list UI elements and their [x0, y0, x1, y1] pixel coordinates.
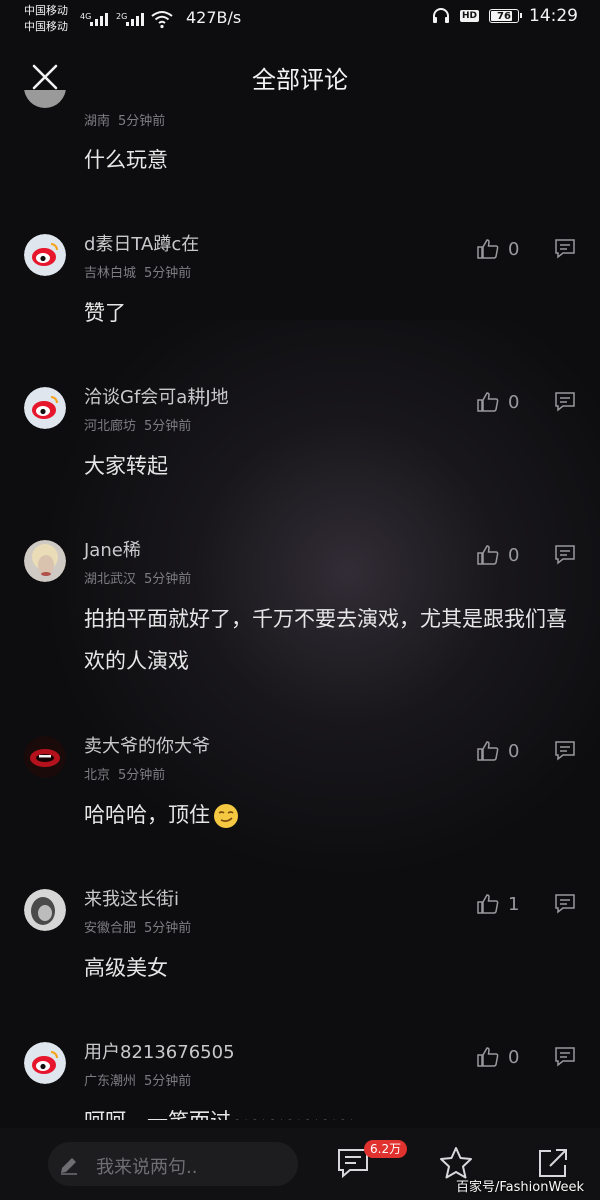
comment-meta: 湖南 5分钟前 [84, 110, 165, 129]
comment-username[interactable]: 用户8213676505 [84, 1038, 235, 1064]
network-speed: 427B/s [186, 8, 242, 27]
carrier-2: 中国移动 [24, 20, 68, 33]
wifi-icon [151, 11, 173, 29]
comment-time: 5分钟前 [144, 419, 192, 434]
comment-time: 5分钟前 [118, 768, 166, 783]
comment-meta: 广东潮州 5分钟前 [84, 1070, 191, 1089]
signal-1-icon [90, 12, 108, 26]
like-count: 0 [508, 238, 520, 260]
comment-time: 5分钟前 [144, 572, 192, 587]
comment-meta: 安徽合肥 5分钟前 [84, 917, 191, 936]
reply-icon[interactable] [554, 544, 576, 566]
avatar[interactable] [24, 540, 66, 582]
reply-icon[interactable] [554, 893, 576, 915]
star-icon[interactable] [438, 1146, 474, 1180]
like-button[interactable]: 0 [476, 740, 519, 762]
comment-location: 北京 [84, 768, 111, 783]
signal-2-icon [126, 12, 144, 26]
comment-meta: 湖北武汉 5分钟前 [84, 568, 191, 587]
comment-username[interactable]: 洽谈Gf会可a耕J地 [84, 383, 229, 409]
comment-text: 大家转起 [84, 454, 168, 478]
like-button[interactable]: 0 [476, 1046, 519, 1068]
like-button[interactable]: 0 [476, 391, 519, 413]
comment-time: 5分钟前 [118, 114, 166, 129]
thumbs-up-icon [477, 392, 499, 412]
avatar[interactable] [24, 736, 66, 778]
like-count: 0 [508, 1046, 520, 1068]
avatar[interactable] [24, 889, 66, 931]
like-count: 0 [508, 391, 520, 413]
comment-username[interactable]: Jane稀 [84, 536, 141, 562]
comment-location: 湖南 [84, 114, 111, 129]
comment-text: 赞了 [84, 301, 126, 325]
comment-text: 什么玩意 [84, 148, 168, 172]
comment-input-placeholder: 我来说两句.. [96, 1157, 198, 1178]
comment-location: 吉林白城 [84, 266, 137, 281]
comment-username[interactable]: 来我这长街i [84, 885, 179, 911]
headphones-icon [432, 8, 449, 23]
comment-username[interactable]: 卖大爷的你大爷 [84, 732, 210, 758]
carrier-labels: 中国移动 中国移动 [24, 3, 68, 35]
comment-count-badge: 6.2万 [364, 1140, 408, 1158]
thumbs-up-icon [477, 1047, 499, 1067]
comment-meta: 吉林白城 5分钟前 [84, 262, 191, 281]
hd-badge: HD [459, 10, 479, 22]
clock: 14:29 [529, 6, 578, 26]
carrier-1: 中国移动 [24, 4, 68, 17]
weibo-avatar-icon[interactable] [24, 1042, 66, 1084]
comment-meta: 北京 5分钟前 [84, 764, 165, 783]
battery-level: 76 [497, 10, 511, 22]
like-count: 0 [508, 740, 520, 762]
comment-input[interactable]: 我来说两句.. [48, 1142, 298, 1186]
weibo-avatar-icon[interactable] [24, 387, 66, 429]
reply-icon[interactable] [554, 740, 576, 762]
status-right: HD 76 14:29 [432, 6, 578, 26]
thumbs-up-icon [477, 239, 499, 259]
comment-time: 5分钟前 [144, 1074, 192, 1089]
comment-text: 拍拍平面就好了，千万不要去演戏，尤其是跟我们喜欢的人演戏 [84, 607, 567, 673]
watermark: 百家号/FashionWeek [456, 1180, 585, 1195]
comment-text-row: 哈哈哈，顶住 [84, 794, 574, 836]
thumbs-up-icon [477, 545, 499, 565]
weibo-avatar-icon[interactable] [24, 234, 66, 276]
comment-time: 5分钟前 [144, 921, 192, 936]
comment-location: 安徽合肥 [84, 921, 137, 936]
comment-location: 广东潮州 [84, 1074, 137, 1089]
comment-location: 河北廊坊 [84, 419, 137, 434]
share-icon[interactable] [536, 1146, 570, 1180]
like-button[interactable]: 0 [476, 544, 519, 566]
battery-icon: 76 [489, 9, 522, 23]
status-bar: 中国移动 中国移动 4G 2G 427B/s HD 76 14:29 [0, 0, 600, 40]
comment-meta: 河北廊坊 5分钟前 [84, 415, 191, 434]
thumbs-up-icon [477, 894, 499, 914]
like-button[interactable]: 0 [476, 238, 519, 260]
like-count: 0 [508, 544, 520, 566]
comment-text: 高级美女 [84, 956, 168, 980]
like-button[interactable]: 1 [476, 893, 519, 915]
bottom-bar: 我来说两句.. 6.2万 百家号/FashionWeek [0, 1128, 600, 1200]
comment-list[interactable]: 湖南 5分钟前 什么玩意 d素日TA蹲c在 吉林白城 5分钟前 0 赞了 洽谈G… [0, 90, 600, 1120]
smirk-emoji-icon [214, 804, 238, 828]
avatar[interactable] [24, 90, 66, 108]
reply-icon[interactable] [554, 1046, 576, 1068]
reply-icon[interactable] [554, 391, 576, 413]
thumbs-up-icon [477, 741, 499, 761]
comment-username[interactable]: d素日TA蹲c在 [84, 230, 199, 256]
comment-time: 5分钟前 [144, 266, 192, 281]
pen-icon [61, 1158, 77, 1175]
comment-text: 哈哈哈，顶住 [84, 803, 210, 827]
comment-location: 湖北武汉 [84, 572, 137, 587]
reply-icon[interactable] [554, 238, 576, 260]
comment-text: 呵呵，一笑而过~~~~~~~ [84, 1100, 574, 1120]
like-count: 1 [508, 893, 520, 915]
